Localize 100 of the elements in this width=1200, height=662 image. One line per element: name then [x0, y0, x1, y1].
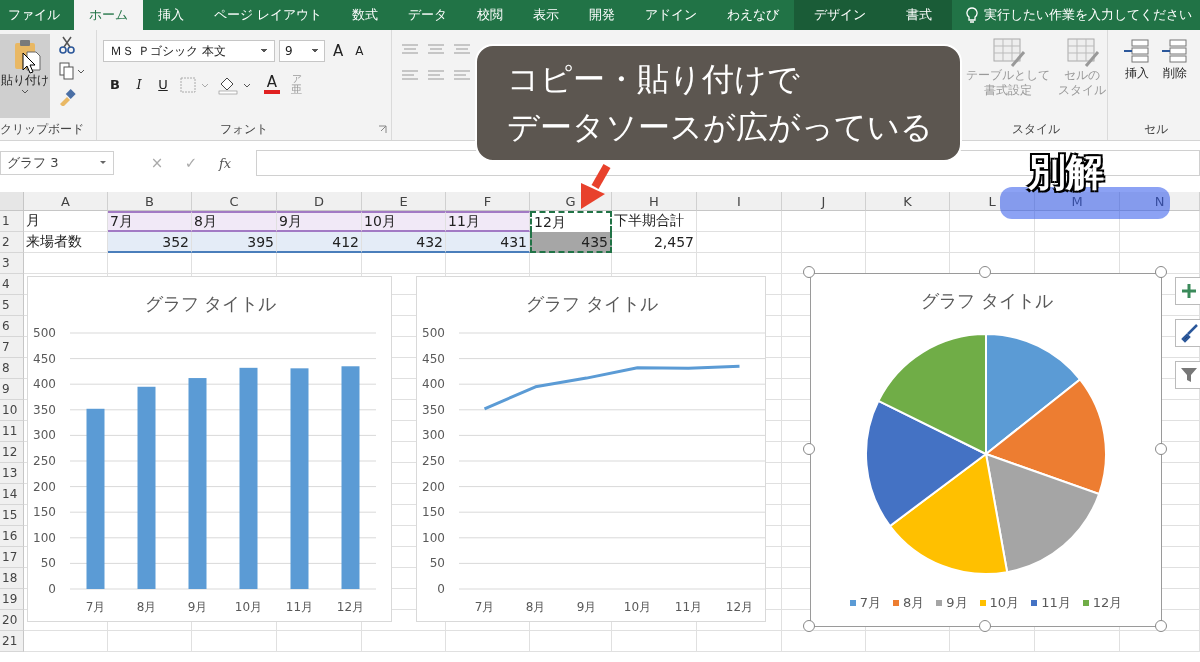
axis-label: 450: [33, 351, 56, 366]
bar[interactable]: [290, 368, 309, 589]
ribbon-tab[interactable]: ページ レイアウト: [199, 0, 338, 30]
pie-slice[interactable]: [877, 333, 987, 455]
pie-slice[interactable]: [889, 453, 1009, 575]
ribbon-tab[interactable]: 開発: [574, 0, 631, 30]
column-header[interactable]: L: [950, 192, 1035, 211]
chart-area[interactable]: グラフ タイトル 7月 8月 9月 10月 11月 12月: [810, 273, 1162, 627]
column-header[interactable]: I: [697, 192, 782, 211]
font-size-button[interactable]: A: [329, 42, 348, 60]
ribbon-tab[interactable]: デザイン: [794, 0, 887, 30]
column-header[interactable]: C: [192, 192, 277, 211]
legend-item: 8月: [893, 594, 925, 612]
name-box[interactable]: グラフ 3: [0, 151, 114, 175]
pie-slice[interactable]: [865, 399, 987, 527]
row-header[interactable]: 4: [0, 274, 24, 295]
line[interactable]: [483, 364, 740, 411]
bar[interactable]: [188, 378, 207, 589]
chart-area[interactable]: グラフ タイトル 0 50 100 150 200 250 300 350 400 450 500 7月 8月 9月 10月 11月 12月: [416, 276, 766, 622]
font-size-field[interactable]: 9: [279, 40, 325, 62]
copy-icon[interactable]: [58, 62, 84, 80]
pie-slice[interactable]: [985, 453, 1101, 574]
row-header[interactable]: 10: [0, 400, 24, 421]
pie-slice[interactable]: [985, 333, 1082, 455]
axis-label: 0: [437, 582, 445, 596]
resize-handle[interactable]: [979, 266, 991, 278]
font-style-button[interactable]: U: [155, 77, 171, 92]
filter-icon[interactable]: [1175, 361, 1200, 389]
ribbon-tab[interactable]: アドイン: [630, 0, 713, 30]
ribbon-tab[interactable]: ファイル: [0, 0, 74, 30]
ribbon-tab[interactable]: 挿入: [143, 0, 199, 30]
resize-handle[interactable]: [803, 266, 815, 278]
axis-label: 150: [422, 505, 445, 520]
row-header[interactable]: 9: [0, 379, 24, 400]
row-header[interactable]: 8: [0, 358, 24, 379]
row-header[interactable]: 11: [0, 421, 24, 442]
bar[interactable]: [341, 366, 360, 589]
tell-me-field[interactable]: 実行したい作業を入力してください: [952, 0, 1193, 30]
ribbon-tab[interactable]: 書式: [886, 0, 953, 30]
column-header[interactable]: F: [446, 192, 530, 211]
bar[interactable]: [137, 386, 156, 589]
row-header[interactable]: 3: [0, 253, 24, 274]
row-header[interactable]: 7: [0, 337, 24, 358]
font-style-button[interactable]: I: [131, 77, 147, 92]
row-header[interactable]: 13: [0, 463, 24, 484]
sheet-cell: 10月: [362, 211, 446, 232]
row-header[interactable]: 20: [0, 610, 24, 631]
add-element-icon[interactable]: [1175, 277, 1200, 305]
paste-button[interactable]: 貼り付け: [0, 34, 50, 118]
brush-icon[interactable]: [1175, 319, 1200, 347]
axis-label: 100: [422, 530, 445, 545]
column-header[interactable]: D: [277, 192, 362, 211]
axis-label: 250: [33, 454, 56, 468]
row-header[interactable]: 12: [0, 442, 24, 463]
font-style-button[interactable]: B: [107, 77, 123, 92]
row-header[interactable]: 15: [0, 505, 24, 526]
column-header[interactable]: A: [24, 192, 108, 211]
ribbon-tab[interactable]: 校閲: [462, 0, 519, 30]
sheet-cell: 432: [362, 232, 446, 253]
row-header[interactable]: 2: [0, 232, 24, 253]
sheet-cell: 9月: [277, 211, 362, 232]
row-header[interactable]: 18: [0, 568, 24, 589]
chart-area[interactable]: グラフ タイトル 0 50 100 150 200 250 300 350 400 450 500 7月 8月 9月 10月 11月 12月: [27, 276, 392, 622]
pie-slice[interactable]: [985, 378, 1107, 495]
row-header[interactable]: 5: [0, 295, 24, 316]
ribbon-tab[interactable]: ホーム: [74, 0, 143, 30]
cell-button[interactable]: 挿入: [1119, 36, 1154, 118]
row-header[interactable]: 6: [0, 316, 24, 337]
ribbon-tab[interactable]: 数式: [337, 0, 394, 30]
chart-title: グラフ タイトル: [526, 293, 658, 314]
legend-item: 12月: [1082, 594, 1123, 612]
row-header[interactable]: 1: [0, 211, 24, 232]
column-header[interactable]: B: [108, 192, 192, 211]
formula-button[interactable]: fx: [216, 155, 234, 171]
font-color-button[interactable]: A: [261, 75, 283, 94]
resize-handle[interactable]: [803, 620, 815, 632]
column-header[interactable]: H: [612, 192, 697, 211]
bar[interactable]: [239, 367, 258, 589]
cell-button[interactable]: 削除: [1157, 36, 1192, 118]
cursor-icon: [22, 52, 36, 74]
bar[interactable]: [86, 408, 105, 589]
resize-handle[interactable]: [1155, 266, 1167, 278]
ribbon-tab[interactable]: 表示: [518, 0, 575, 30]
ribbon-tab[interactable]: わえなび: [712, 0, 795, 30]
row-header[interactable]: 19: [0, 589, 24, 610]
row-header[interactable]: 14: [0, 484, 24, 505]
ribbon-tab[interactable]: データ: [393, 0, 463, 30]
caret-icon: [260, 48, 268, 54]
font-name-field[interactable]: ＭＳ Ｐゴシック 本文: [103, 40, 275, 62]
dialog-launcher-icon[interactable]: [378, 124, 387, 134]
column-header[interactable]: J: [782, 192, 866, 211]
column-header[interactable]: E: [362, 192, 446, 211]
column-header[interactable]: K: [866, 192, 950, 211]
resize-handle[interactable]: [803, 443, 815, 455]
format-painter-icon[interactable]: [58, 88, 76, 106]
row-header[interactable]: 17: [0, 547, 24, 568]
cut-icon[interactable]: [58, 36, 76, 54]
row-header[interactable]: 21: [0, 631, 24, 652]
row-header[interactable]: 16: [0, 526, 24, 547]
font-size-button[interactable]: A: [351, 44, 368, 58]
